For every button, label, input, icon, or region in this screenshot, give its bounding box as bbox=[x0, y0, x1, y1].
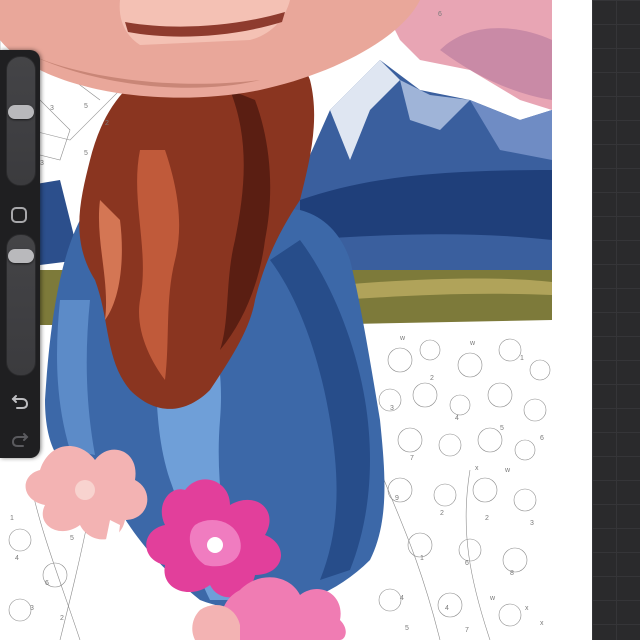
brush-size-thumb[interactable] bbox=[8, 105, 34, 119]
redo-icon bbox=[11, 433, 29, 447]
brush-size-slider[interactable] bbox=[6, 56, 36, 186]
svg-text:5: 5 bbox=[500, 425, 504, 432]
svg-text:w: w bbox=[399, 335, 406, 342]
svg-text:3: 3 bbox=[30, 605, 34, 612]
svg-text:x: x bbox=[475, 465, 479, 472]
background-grid bbox=[592, 0, 640, 640]
svg-text:w: w bbox=[504, 467, 511, 474]
svg-text:5: 5 bbox=[405, 625, 409, 632]
svg-text:8: 8 bbox=[510, 570, 514, 577]
svg-text:5: 5 bbox=[84, 150, 88, 157]
svg-text:4: 4 bbox=[445, 605, 449, 612]
svg-text:6: 6 bbox=[540, 435, 544, 442]
svg-text:1: 1 bbox=[420, 555, 424, 562]
svg-text:4: 4 bbox=[455, 415, 459, 422]
svg-text:6: 6 bbox=[45, 580, 49, 587]
svg-text:2: 2 bbox=[430, 375, 434, 382]
svg-text:3: 3 bbox=[50, 105, 54, 112]
svg-text:2: 2 bbox=[105, 120, 109, 127]
svg-text:6: 6 bbox=[465, 560, 469, 567]
svg-text:9: 9 bbox=[395, 495, 399, 502]
artwork-illustration[interactable]: 5 5 3 6 w w 1 2 3 4 5 6 7 x w 9 2 2 3 1 bbox=[0, 0, 552, 640]
svg-text:7: 7 bbox=[410, 455, 414, 462]
svg-text:5: 5 bbox=[84, 103, 88, 110]
svg-text:3: 3 bbox=[390, 405, 394, 412]
svg-text:1: 1 bbox=[10, 515, 14, 522]
canvas-area[interactable]: 5 5 3 6 w w 1 2 3 4 5 6 7 x w 9 2 2 3 1 bbox=[0, 0, 640, 640]
artwork-canvas[interactable]: 5 5 3 6 w w 1 2 3 4 5 6 7 x w 9 2 2 3 1 bbox=[0, 0, 552, 640]
svg-text:x: x bbox=[540, 620, 544, 627]
opacity-slider[interactable] bbox=[6, 234, 36, 376]
svg-text:5: 5 bbox=[70, 535, 74, 542]
svg-text:6: 6 bbox=[438, 11, 442, 18]
svg-text:3: 3 bbox=[530, 520, 534, 527]
opacity-thumb[interactable] bbox=[8, 249, 34, 263]
modify-button[interactable] bbox=[11, 207, 27, 223]
svg-text:4: 4 bbox=[400, 595, 404, 602]
svg-text:1: 1 bbox=[520, 355, 524, 362]
svg-text:4: 4 bbox=[15, 555, 19, 562]
svg-text:3: 3 bbox=[40, 160, 44, 167]
svg-text:w: w bbox=[469, 340, 476, 347]
undo-icon bbox=[11, 395, 29, 409]
svg-text:2: 2 bbox=[440, 510, 444, 517]
undo-button[interactable] bbox=[8, 390, 32, 414]
svg-text:x: x bbox=[525, 605, 529, 612]
svg-text:7: 7 bbox=[465, 627, 469, 634]
canvas-margin bbox=[552, 0, 592, 640]
svg-text:2: 2 bbox=[485, 515, 489, 522]
svg-text:w: w bbox=[489, 595, 496, 602]
redo-button[interactable] bbox=[8, 428, 32, 452]
side-toolbar bbox=[0, 50, 40, 458]
svg-text:2: 2 bbox=[60, 615, 64, 622]
